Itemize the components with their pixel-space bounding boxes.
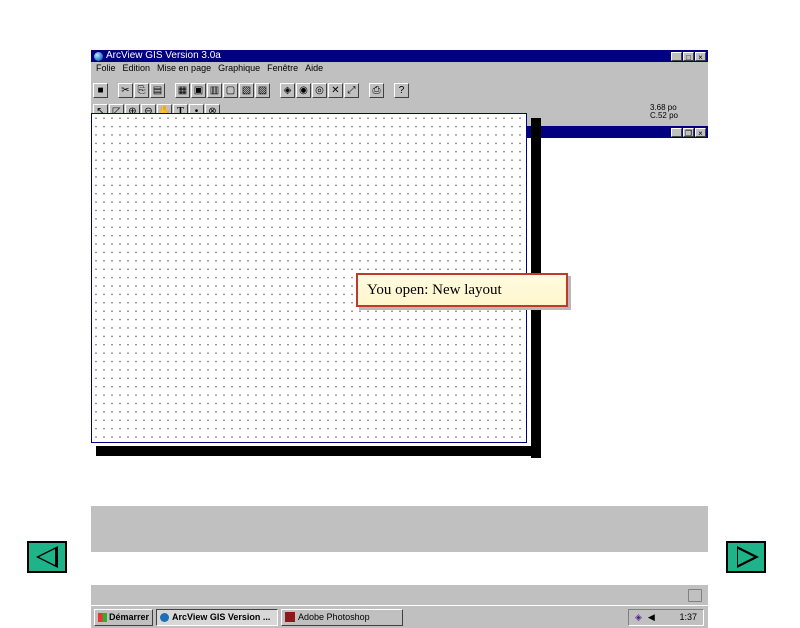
- copy-icon[interactable]: ⎘: [134, 82, 149, 98]
- coordinate-readout: 3.68 po C.52 po: [650, 104, 678, 120]
- clock[interactable]: 1:37: [679, 612, 697, 622]
- tray-shield-icon[interactable]: ◈: [635, 612, 642, 623]
- task-arcview[interactable]: ArcView GIS Version ...: [156, 608, 279, 626]
- menu-edition[interactable]: Edition: [123, 62, 151, 75]
- coord-y: C.52 po: [649, 111, 678, 120]
- start-button[interactable]: Démarrer: [94, 608, 154, 626]
- properties-icon[interactable]: ▦: [175, 82, 190, 98]
- zoom-actual-icon[interactable]: ✕: [328, 82, 343, 98]
- arcview-globe-icon: [94, 51, 103, 61]
- task-photoshop[interactable]: Adobe Photoshop: [281, 608, 404, 626]
- zoom-full-icon[interactable]: ◈: [280, 82, 295, 98]
- template-icon[interactable]: ▥: [207, 82, 222, 98]
- snap-icon[interactable]: ▧: [239, 82, 254, 98]
- layout-tool-icon[interactable]: ▣: [191, 82, 206, 98]
- task-photoshop-label: Adobe Photoshop: [298, 612, 370, 622]
- menu-bar: Folie Edition Mise en page Graphique Fen…: [91, 62, 708, 75]
- arcview-task-icon: [160, 612, 170, 622]
- task-arcview-label: ArcView GIS Version ...: [172, 612, 271, 622]
- arrow-left-fill: [39, 549, 55, 565]
- layout-minimize-button[interactable]: _: [671, 127, 682, 138]
- button-bar: ■ ✂ ⎘ ▤ ▦ ▣ ▥ ▢ ▧ ▨ ◈ ◉ ◎ ✕ ⤢ ⎙ ?: [93, 81, 410, 99]
- system-tray: ◈ ◀ 1:37: [628, 608, 704, 626]
- previous-slide-button[interactable]: [27, 541, 67, 573]
- paste-icon[interactable]: ▤: [150, 82, 165, 98]
- page-shadow-bottom: [96, 446, 541, 456]
- start-label: Démarrer: [109, 612, 150, 622]
- menu-fenetre[interactable]: Fenêtre: [267, 62, 298, 75]
- tray-speaker-icon[interactable]: ◀: [648, 612, 655, 623]
- photoshop-task-icon: [285, 612, 296, 622]
- app-titlebar[interactable]: ArcView GIS Version 3.0a _ □ ×: [91, 50, 708, 62]
- menu-aide[interactable]: Aide: [305, 62, 323, 75]
- menu-folie[interactable]: Folie: [96, 62, 116, 75]
- zoom-out-icon[interactable]: ◎: [312, 82, 327, 98]
- callout-label: You open: New layout: [356, 273, 568, 307]
- zoom-page-icon[interactable]: ⤢: [344, 82, 359, 98]
- close-button[interactable]: ×: [695, 51, 706, 62]
- print-icon[interactable]: ⎙: [369, 82, 384, 98]
- next-slide-button[interactable]: [726, 541, 766, 573]
- resize-grip-icon[interactable]: [688, 589, 702, 602]
- layout-restore-button[interactable]: ❐: [683, 127, 694, 138]
- status-bar: [91, 585, 708, 605]
- windows-taskbar: Démarrer ArcView GIS Version ... Adobe P…: [91, 605, 708, 628]
- grid-icon[interactable]: ▨: [255, 82, 270, 98]
- menu-mise-en-page[interactable]: Mise en page: [157, 62, 211, 75]
- menu-graphique[interactable]: Graphique: [218, 62, 260, 75]
- save-icon[interactable]: ■: [93, 82, 108, 98]
- windows-logo-icon: [98, 612, 107, 622]
- cut-icon[interactable]: ✂: [118, 82, 133, 98]
- layout-close-button[interactable]: ×: [695, 127, 706, 138]
- maximize-button[interactable]: □: [683, 51, 694, 62]
- help-icon[interactable]: ?: [394, 82, 409, 98]
- zoom-in-icon[interactable]: ◉: [296, 82, 311, 98]
- page-setup-icon[interactable]: ▢: [223, 82, 238, 98]
- minimize-button[interactable]: _: [671, 51, 682, 62]
- arrow-right-fill: [738, 549, 754, 565]
- app-title: ArcView GIS Version 3.0a: [106, 50, 221, 61]
